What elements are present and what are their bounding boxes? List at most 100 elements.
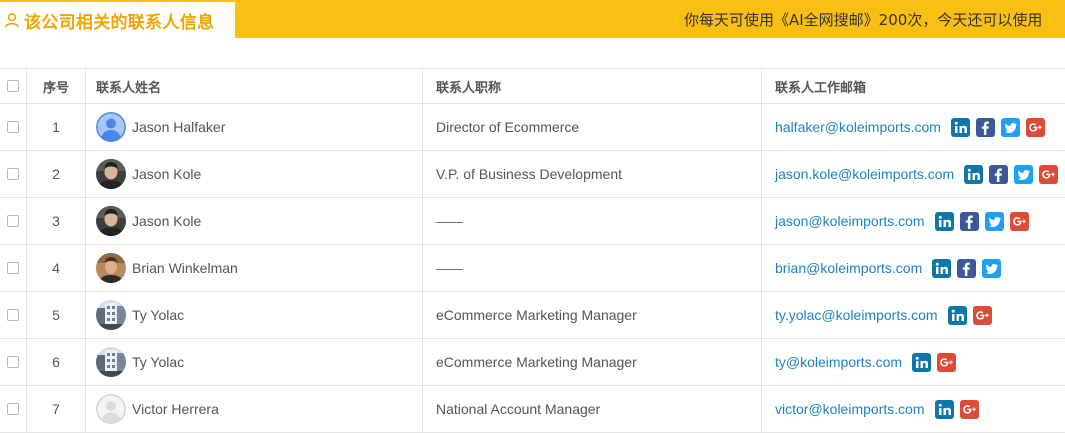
facebook-icon[interactable] [959, 211, 979, 231]
user-icon [4, 12, 20, 28]
header-title: 联系人职称 [424, 69, 762, 103]
row-checkbox[interactable] [7, 121, 19, 133]
facebook-icon[interactable] [975, 117, 995, 137]
contact-email-link[interactable]: halfaker@koleimports.com [775, 119, 941, 135]
contact-title-cell: —— [424, 198, 762, 244]
linkedin-icon[interactable] [947, 305, 967, 325]
linkedin-icon[interactable] [964, 164, 984, 184]
contact-email-link[interactable]: brian@koleimports.com [775, 260, 922, 276]
row-index-cell: 1 [26, 104, 86, 150]
row-select-cell [0, 386, 26, 432]
table-row: 4 Brian Winkelman —— brian@koleimports.com [0, 245, 1065, 292]
contact-name: Ty Yolac [132, 354, 185, 370]
row-index: 2 [52, 166, 60, 182]
contact-email-link[interactable]: victor@koleimports.com [775, 401, 925, 417]
row-select-cell [0, 339, 26, 385]
facebook-icon[interactable] [957, 258, 977, 278]
contact-title: V.P. of Business Development [436, 166, 623, 182]
section-title: 该公司相关的联系人信息 [24, 12, 215, 33]
linkedin-icon[interactable] [934, 211, 954, 231]
select-all-checkbox[interactable] [7, 80, 19, 92]
contact-name-cell: Victor Herrera [85, 386, 423, 432]
row-index: 5 [52, 307, 60, 323]
contact-title: —— [436, 213, 463, 229]
row-checkbox[interactable] [7, 309, 19, 321]
contact-email-cell: jason.kole@koleimports.com [763, 151, 1065, 197]
contact-name-cell: Jason Kole [85, 151, 423, 197]
google-plus-icon[interactable] [1025, 117, 1045, 137]
contact-email-link[interactable]: jason.kole@koleimports.com [775, 166, 954, 182]
contact-title-cell: —— [424, 245, 762, 291]
row-index: 4 [52, 260, 60, 276]
table-row: 5 Ty Yolac eCommerce Marketing Manager ty.y… [0, 292, 1065, 339]
section-title-tab: 该公司相关的联系人信息 [0, 2, 235, 38]
google-plus-icon[interactable] [937, 352, 957, 372]
google-plus-icon[interactable] [1009, 211, 1029, 231]
row-checkbox[interactable] [7, 356, 19, 368]
avatar [96, 253, 126, 283]
twitter-icon[interactable] [984, 211, 1004, 231]
google-plus-icon[interactable] [959, 399, 979, 419]
table-row: 3 Jason Kole —— jason@koleimports.com [0, 198, 1065, 245]
row-select-cell [0, 245, 26, 291]
table-header-row: 序号 联系人姓名 联系人职称 联系人工作邮箱 [0, 68, 1065, 104]
contact-name: Brian Winkelman [132, 260, 238, 276]
select-all-cell [0, 69, 26, 103]
linkedin-icon[interactable] [912, 352, 932, 372]
contact-name-cell: Ty Yolac [85, 339, 423, 385]
contact-email-cell: ty.yolac@koleimports.com [763, 292, 1065, 338]
row-index-cell: 5 [26, 292, 86, 338]
contact-title: eCommerce Marketing Manager [436, 354, 637, 370]
avatar [96, 112, 126, 142]
google-plus-icon[interactable] [1039, 164, 1059, 184]
avatar [96, 300, 126, 330]
twitter-icon[interactable] [1014, 164, 1034, 184]
contact-name-cell: Brian Winkelman [85, 245, 423, 291]
contact-email-link[interactable]: jason@koleimports.com [775, 213, 925, 229]
header-index: 序号 [26, 69, 86, 103]
usage-quota-text: 你每天可使用《AI全网搜邮》200次，今天还可以使用 [684, 11, 1043, 29]
contact-title: Director of Ecommerce [436, 119, 580, 135]
contact-email-link[interactable]: ty.yolac@koleimports.com [775, 307, 938, 323]
contact-title: eCommerce Marketing Manager [436, 307, 637, 323]
row-checkbox[interactable] [7, 168, 19, 180]
linkedin-icon[interactable] [932, 258, 952, 278]
row-checkbox[interactable] [7, 403, 19, 415]
contact-email-cell: brian@koleimports.com [763, 245, 1065, 291]
linkedin-icon[interactable] [934, 399, 954, 419]
row-index-cell: 3 [26, 198, 86, 244]
header-name: 联系人姓名 [85, 69, 423, 103]
avatar [96, 206, 126, 236]
contact-name: Jason Halfaker [132, 119, 226, 135]
table-row: 1 Jason Halfaker Director of Ecommerce half… [0, 104, 1065, 151]
row-select-cell [0, 292, 26, 338]
row-checkbox[interactable] [7, 262, 19, 274]
avatar [96, 159, 126, 189]
twitter-icon[interactable] [982, 258, 1002, 278]
row-index: 6 [52, 354, 60, 370]
row-index: 7 [52, 401, 60, 417]
facebook-icon[interactable] [989, 164, 1009, 184]
contact-email-cell: jason@koleimports.com [763, 198, 1065, 244]
row-select-cell [0, 104, 26, 150]
contact-name-cell: Ty Yolac [85, 292, 423, 338]
twitter-icon[interactable] [1000, 117, 1020, 137]
row-index-cell: 2 [26, 151, 86, 197]
contact-title-cell: eCommerce Marketing Manager [424, 339, 762, 385]
table-row: 6 Ty Yolac eCommerce Marketing Manager ty@k… [0, 339, 1065, 386]
contact-email-cell: victor@koleimports.com [763, 386, 1065, 432]
row-index: 3 [52, 213, 60, 229]
row-select-cell [0, 151, 26, 197]
google-plus-icon[interactable] [972, 305, 992, 325]
row-checkbox[interactable] [7, 215, 19, 227]
contacts-table: 序号 联系人姓名 联系人职称 联系人工作邮箱 1 Jason Halfaker Di… [0, 68, 1065, 433]
header-bar: 该公司相关的联系人信息 你每天可使用《AI全网搜邮》200次，今天还可以使用 [0, 0, 1065, 38]
linkedin-icon[interactable] [950, 117, 970, 137]
row-index-cell: 6 [26, 339, 86, 385]
contact-name: Victor Herrera [132, 401, 219, 417]
header-email: 联系人工作邮箱 [775, 80, 867, 96]
contact-title-cell: V.P. of Business Development [424, 151, 762, 197]
row-select-cell [0, 198, 26, 244]
contact-email-link[interactable]: ty@koleimports.com [775, 354, 902, 370]
contact-email-cell: halfaker@koleimports.com [763, 104, 1065, 150]
